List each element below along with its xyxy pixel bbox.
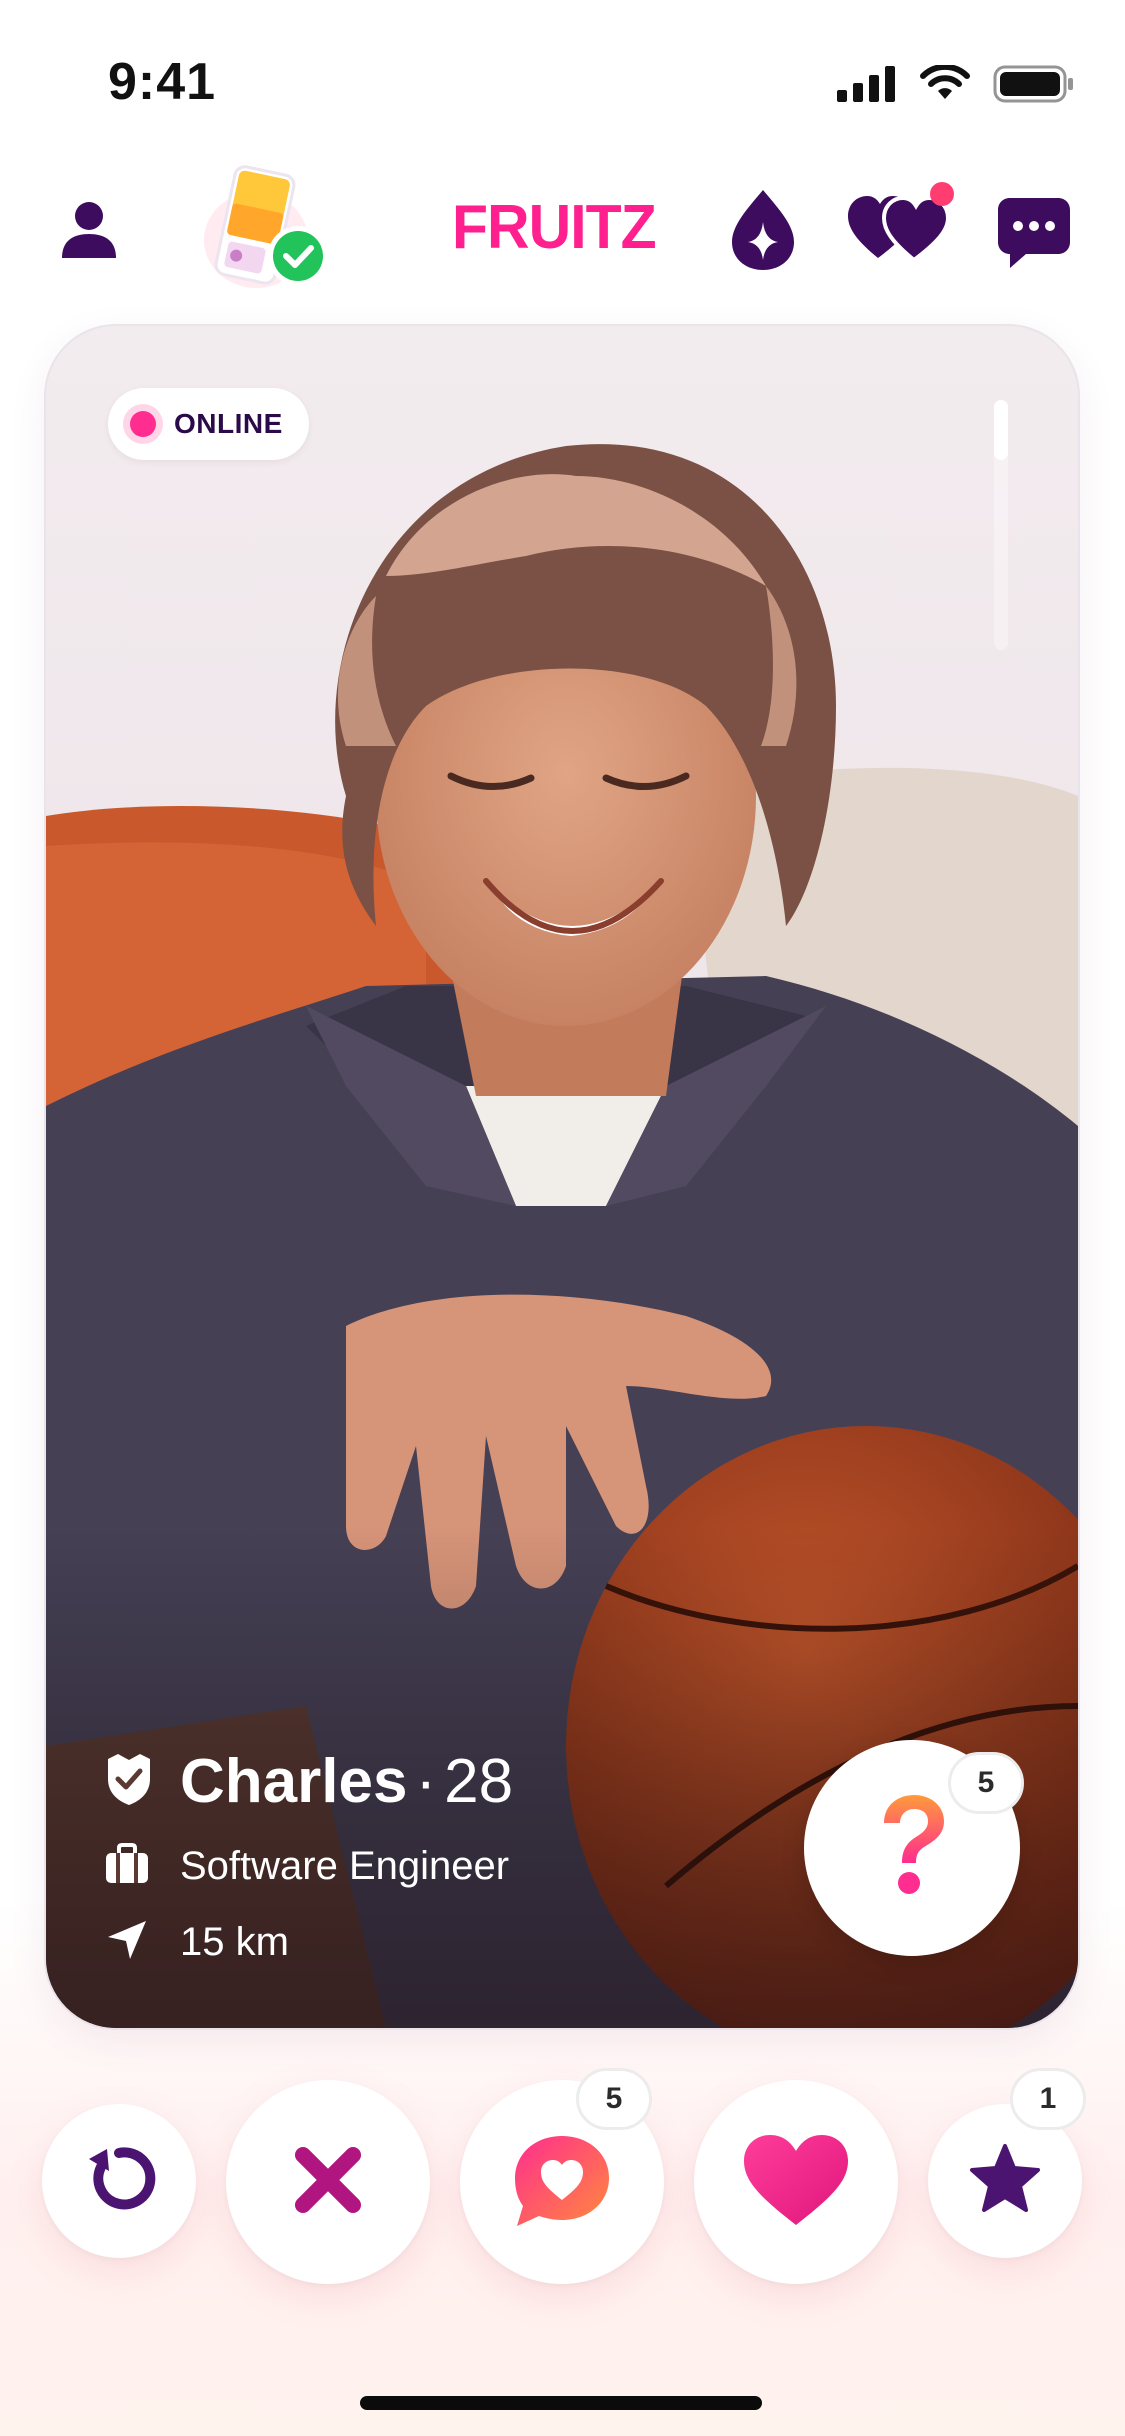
job-row: Software Engineer: [104, 1830, 513, 1902]
home-indicator[interactable]: [360, 2396, 762, 2410]
profile-info: Charles · 28 Software Engineer 15 km: [104, 1736, 513, 1978]
location-arrow-icon: [104, 1917, 150, 1968]
verified-fruit-icon: [196, 165, 346, 304]
like-button[interactable]: [694, 2080, 898, 2284]
profile-job: Software Engineer: [180, 1843, 510, 1888]
double-heart-icon: [846, 182, 958, 270]
action-bar: 5 1: [0, 2068, 1125, 2310]
person-icon: [56, 202, 122, 266]
photo-progress-indicator: [994, 400, 1008, 650]
sparkle-drop-icon: [728, 190, 798, 276]
rewind-icon: [81, 2141, 157, 2222]
photo-progress-thumb: [994, 400, 1008, 460]
messages-button[interactable]: [996, 194, 1072, 275]
profile-age: 28: [444, 1746, 514, 1816]
pass-button[interactable]: [226, 2080, 430, 2284]
chat-bubble-icon: [996, 198, 1072, 274]
distance-row: 15 km: [104, 1906, 513, 1978]
online-dot-icon: [130, 411, 156, 437]
cellular-signal-icon: [837, 66, 897, 107]
profile-card[interactable]: ONLINE Charles · 28 Software Engineer 15…: [46, 326, 1078, 2028]
super-like-button[interactable]: 1: [928, 2068, 1086, 2258]
question-mark-icon: [872, 1791, 952, 1906]
verification-badge[interactable]: [196, 160, 346, 305]
message-like-button[interactable]: 5: [460, 2068, 664, 2284]
online-status-badge: ONLINE: [108, 388, 309, 460]
name-row: Charles · 28: [104, 1736, 513, 1826]
star-icon: [967, 2142, 1043, 2221]
rewind-button[interactable]: [42, 2104, 196, 2258]
online-status-label: ONLINE: [174, 408, 283, 439]
briefcase-icon: [104, 1842, 150, 1890]
battery-icon: [993, 64, 1075, 109]
wifi-icon: [919, 63, 971, 108]
profile-name: Charles: [180, 1746, 408, 1816]
boost-button[interactable]: [728, 188, 798, 277]
status-bar: 9:41: [0, 0, 1125, 170]
name-age-separator: ·: [415, 1746, 437, 1816]
profile-button[interactable]: [56, 196, 122, 267]
heart-bubble-icon: [507, 2130, 617, 2235]
shield-check-icon: [104, 1751, 154, 1812]
profile-distance: 15 km: [180, 1919, 289, 1964]
brand-logo: FRUITZ: [452, 193, 657, 262]
status-icons: [837, 63, 1075, 109]
question-button[interactable]: 5: [804, 1740, 1024, 1956]
x-icon: [291, 2143, 365, 2222]
question-count-badge: 5: [948, 1752, 1024, 1814]
top-nav: FRUITZ: [0, 160, 1125, 310]
status-time: 9:41: [108, 53, 217, 111]
heart-icon: [740, 2131, 852, 2234]
super-like-count-badge: 1: [1010, 2068, 1086, 2130]
likes-button[interactable]: [846, 180, 958, 271]
message-like-count-badge: 5: [576, 2068, 652, 2130]
